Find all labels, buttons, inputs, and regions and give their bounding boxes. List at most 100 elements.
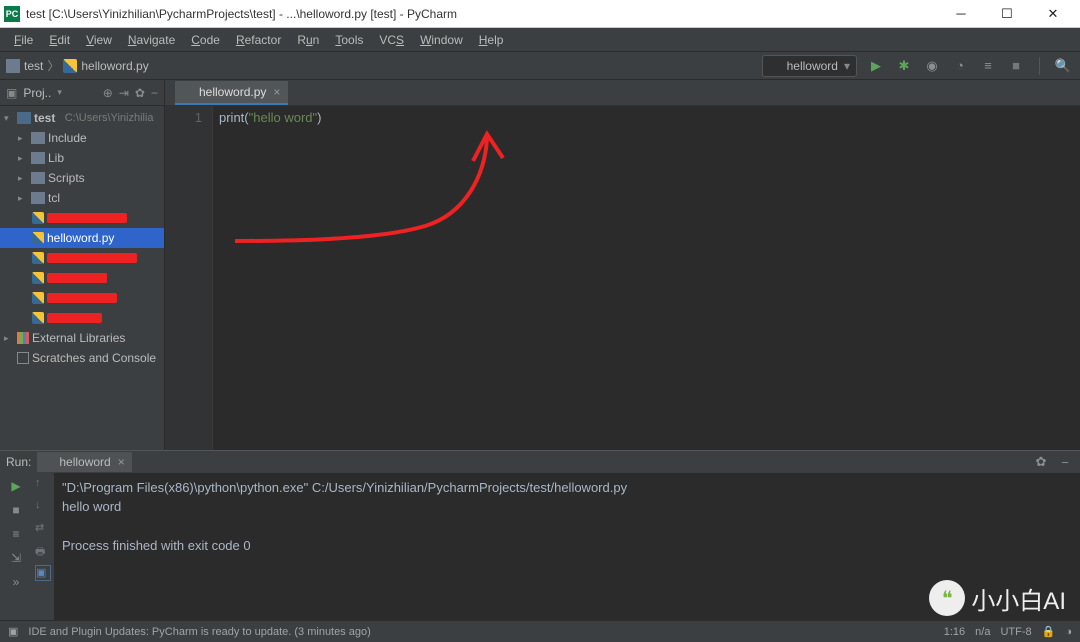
stop-button[interactable]: ■	[1007, 58, 1025, 73]
close-tab-icon[interactable]: ×	[273, 85, 280, 99]
redacted-text	[47, 213, 127, 223]
tree-file-redacted[interactable]	[0, 288, 164, 308]
locate-icon[interactable]: ⇥	[119, 86, 129, 100]
tree-root-path: C:\Users\Yinizhilia	[65, 112, 154, 124]
menu-code[interactable]: Code	[183, 28, 228, 52]
menu-help[interactable]: Help	[471, 28, 512, 52]
run-side-controls-2: ↑ ↓ ⇄ 🖶 ▣	[32, 473, 54, 620]
run-tab[interactable]: helloword ×	[37, 452, 131, 472]
more-button[interactable]: »	[7, 573, 25, 591]
menu-window[interactable]: Window	[412, 28, 471, 52]
python-file-icon	[63, 59, 77, 73]
editor-tabs: helloword.py ×	[165, 80, 1080, 106]
separator	[1039, 57, 1040, 75]
menu-refactor[interactable]: Refactor	[228, 28, 289, 52]
exit-button[interactable]: ⇲	[7, 549, 25, 567]
minimize-button[interactable]: ─	[938, 0, 984, 28]
code-editor[interactable]: 1 print("hello word")	[165, 106, 1080, 450]
maximize-button[interactable]: ☐	[984, 0, 1030, 28]
project-header[interactable]: ▣ Proj.. ▾ ⊕ ⇥ ✿ −	[0, 80, 164, 106]
code-content[interactable]: print("hello word")	[213, 106, 1080, 450]
tree-folder-scripts[interactable]: ▸Scripts	[0, 168, 164, 188]
status-icon[interactable]: ▣	[8, 625, 18, 638]
tree-external-libs[interactable]: ▸External Libraries	[0, 328, 164, 348]
tree-item-label: Lib	[48, 151, 64, 165]
python-file-icon	[32, 272, 44, 284]
run-side-controls: ▶ ■ ≡ ⇲ »	[0, 473, 32, 620]
redacted-text	[47, 253, 137, 263]
tree-file-redacted[interactable]	[0, 248, 164, 268]
python-icon	[44, 457, 55, 468]
menu-file[interactable]: File	[6, 28, 41, 52]
coverage-button[interactable]: ◉	[923, 58, 941, 74]
editor-tab-label: helloword.py	[199, 85, 266, 99]
scroll-button[interactable]: ▣	[35, 565, 51, 581]
pause-button[interactable]: ≡	[7, 525, 25, 543]
rerun-button[interactable]: ▶	[7, 477, 25, 495]
console-line: "D:\Program Files(x86)\python\python.exe…	[62, 480, 627, 495]
down-button[interactable]: ↓	[35, 499, 51, 515]
libraries-icon	[17, 332, 29, 344]
line-separator[interactable]: n/a	[975, 626, 990, 638]
tree-root[interactable]: ▾test C:\Users\Yinizhilia	[0, 108, 164, 128]
gear-icon[interactable]: ✿	[135, 86, 145, 100]
debug-button[interactable]: ✱	[895, 58, 913, 74]
breadcrumb[interactable]: test 〉 helloword.py	[6, 57, 149, 74]
editor-tab-helloword[interactable]: helloword.py ×	[175, 81, 288, 105]
tree-file-redacted[interactable]	[0, 308, 164, 328]
menu-run[interactable]: Run	[289, 28, 327, 52]
tree-folder-tcl[interactable]: ▸tcl	[0, 188, 164, 208]
file-encoding[interactable]: UTF-8	[1000, 626, 1031, 638]
print-button[interactable]: 🖶	[35, 543, 51, 559]
stop-button[interactable]: ■	[7, 501, 25, 519]
hide-icon[interactable]: −	[151, 86, 158, 100]
search-button[interactable]: 🔍	[1054, 58, 1072, 74]
hide-button[interactable]: −	[1056, 455, 1074, 470]
project-tool-window: ▣ Proj.. ▾ ⊕ ⇥ ✿ − ▾test C:\Users\Yinizh…	[0, 80, 165, 450]
up-button[interactable]: ↑	[35, 477, 51, 493]
menu-tools[interactable]: Tools	[327, 28, 371, 52]
project-tree[interactable]: ▾test C:\Users\Yinizhilia ▸Include ▸Lib …	[0, 106, 164, 450]
profile-button[interactable]: ◔	[951, 58, 969, 73]
menu-view[interactable]: View	[78, 28, 120, 52]
tree-root-label: test	[34, 111, 55, 125]
tree-file-redacted[interactable]	[0, 208, 164, 228]
window-title: test [C:\Users\Yinizhilian\PycharmProjec…	[26, 7, 938, 21]
close-tab-icon[interactable]: ×	[118, 455, 125, 469]
code-token: "hello word"	[249, 110, 318, 125]
python-file-icon	[32, 252, 44, 264]
status-message[interactable]: IDE and Plugin Updates: PyCharm is ready…	[28, 626, 370, 638]
menu-edit[interactable]: Edit	[41, 28, 78, 52]
run-configuration-selector[interactable]: helloword ▾	[762, 55, 857, 77]
gear-icon[interactable]: ✿	[1032, 454, 1050, 470]
menu-navigate[interactable]: Navigate	[120, 28, 183, 52]
code-token: )	[317, 110, 321, 125]
console-output[interactable]: "D:\Program Files(x86)\python\python.exe…	[54, 473, 1080, 620]
main-menubar: File Edit View Navigate Code Refactor Ru…	[0, 28, 1080, 52]
run-config-label: helloword	[787, 59, 838, 73]
close-button[interactable]: ✕	[1030, 0, 1076, 28]
python-file-icon	[32, 312, 44, 324]
tree-folder-lib[interactable]: ▸Lib	[0, 148, 164, 168]
caret-position[interactable]: 1:16	[944, 626, 965, 638]
run-button[interactable]: ▶	[867, 58, 885, 74]
tree-item-label: Include	[48, 131, 87, 145]
tree-folder-include[interactable]: ▸Include	[0, 128, 164, 148]
tree-file-helloword[interactable]: helloword.py	[0, 228, 164, 248]
module-folder-icon	[17, 112, 31, 124]
collapse-icon[interactable]: ⊕	[103, 86, 113, 100]
lock-icon[interactable]: 🔒	[1042, 625, 1056, 638]
redacted-text	[47, 293, 117, 303]
tree-scratches[interactable]: Scratches and Console	[0, 348, 164, 368]
run-tab-label: helloword	[59, 455, 110, 469]
concurrency-button[interactable]: ≡	[979, 58, 997, 73]
wrap-button[interactable]: ⇄	[35, 521, 51, 537]
chevron-down-icon: ▾	[844, 59, 850, 73]
tree-item-label: External Libraries	[32, 331, 125, 345]
menu-vcs[interactable]: VCS	[371, 28, 412, 52]
python-icon	[769, 60, 781, 72]
tree-file-redacted[interactable]	[0, 268, 164, 288]
python-file-icon	[32, 292, 44, 304]
breadcrumb-file: helloword.py	[81, 59, 148, 73]
inspections-icon[interactable]: ◑	[1065, 626, 1072, 638]
